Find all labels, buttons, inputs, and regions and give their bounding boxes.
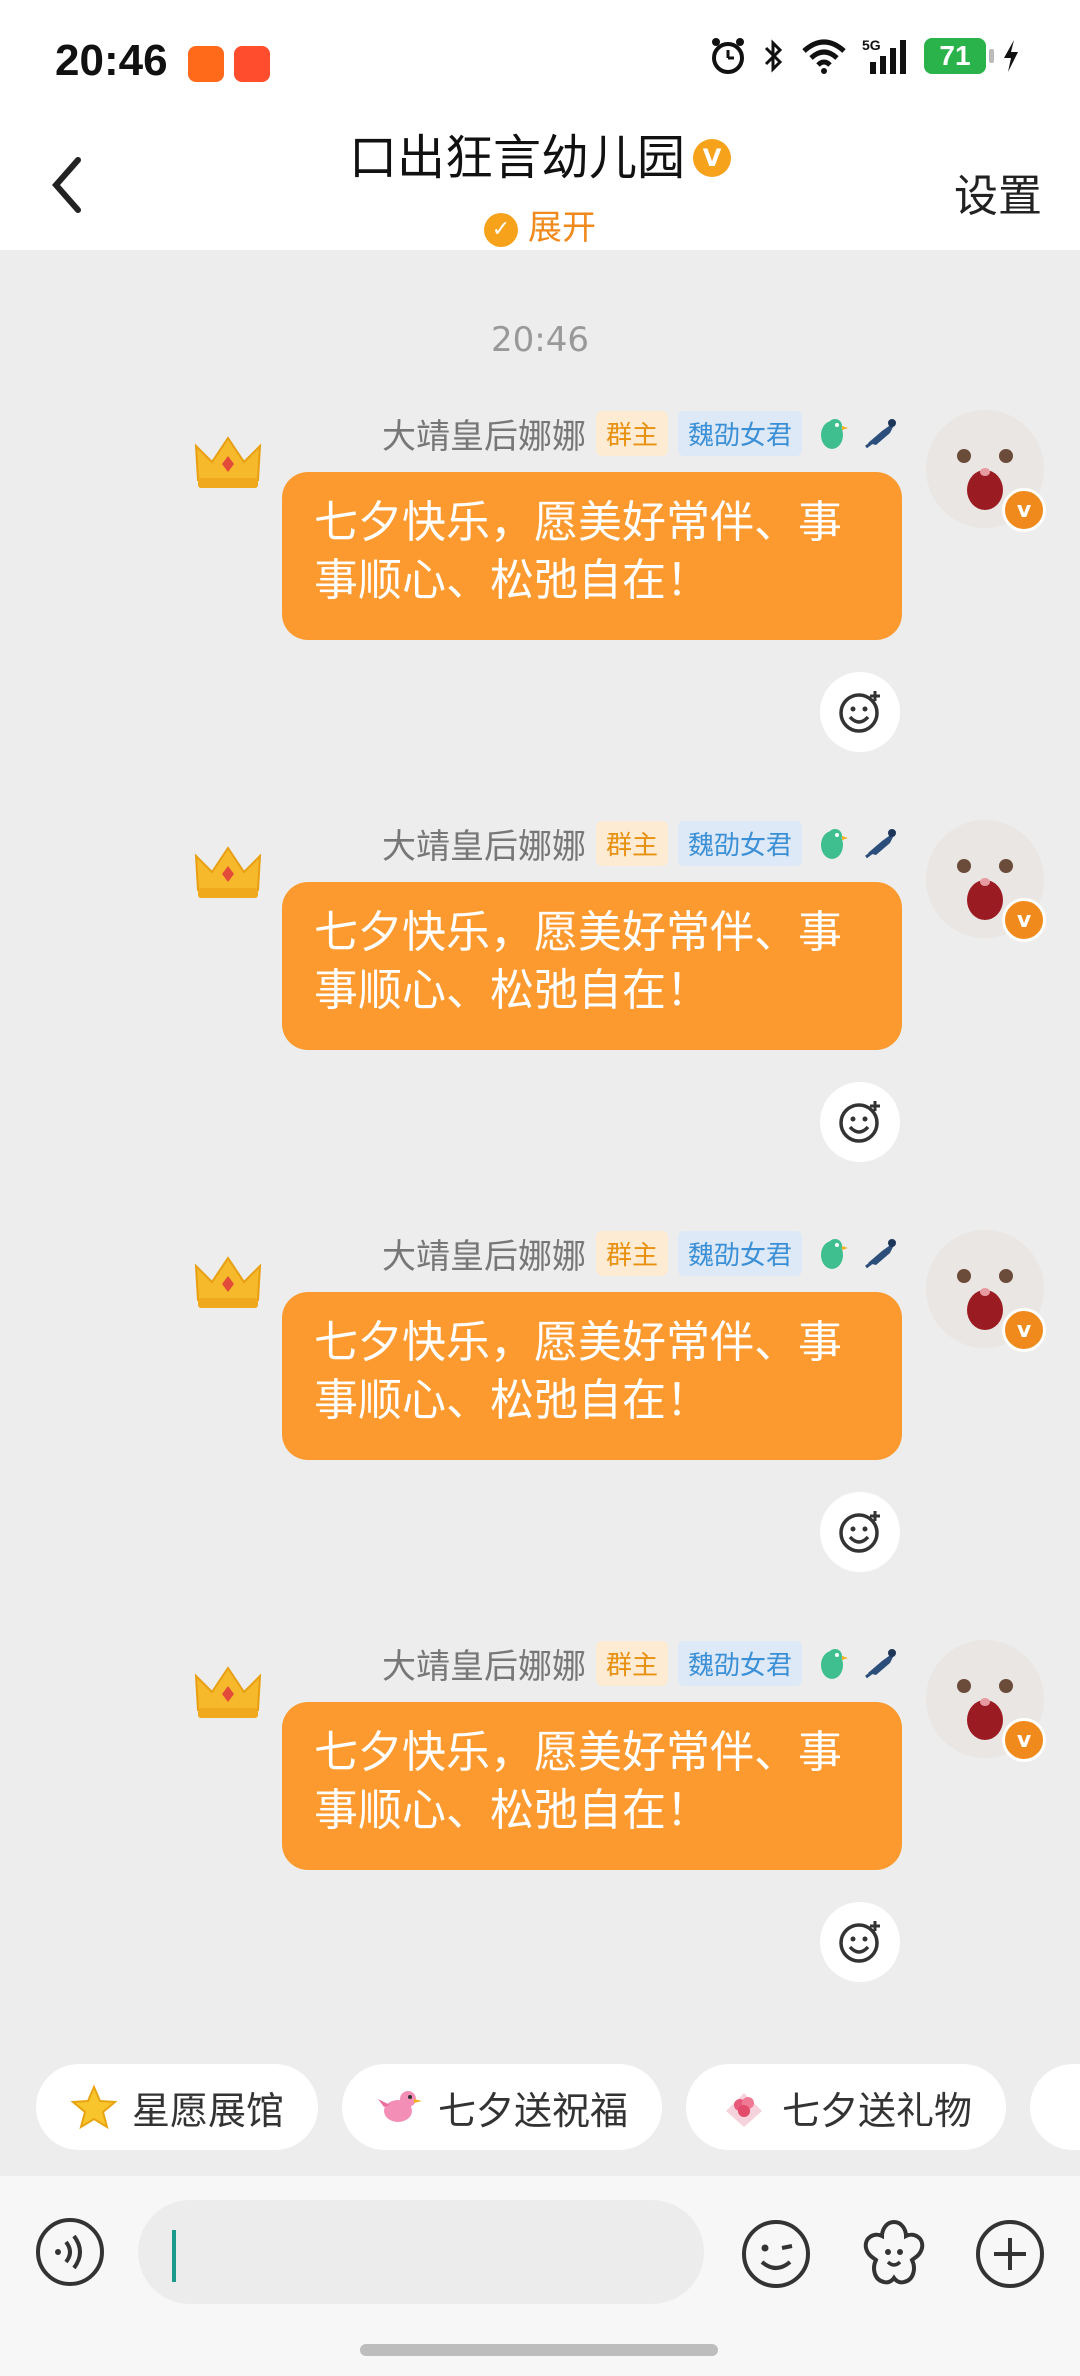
add-emoji-icon <box>839 1511 880 1553</box>
nav-bar: 口出狂言幼儿园 V ✓ 展开 设置 <box>0 120 1080 250</box>
add-emoji-icon <box>839 1921 880 1963</box>
chat-message: 大靖皇后娜娜 群主 魏劭女君 v 七夕快乐，愿美好常伴、事事顺心、松弛自在！ <box>0 410 1080 820</box>
expand-button[interactable]: ✓ 展开 <box>0 200 1080 249</box>
add-emoji-icon <box>839 1101 880 1143</box>
add-reaction-button[interactable] <box>820 1492 900 1572</box>
crown-icon <box>194 846 262 898</box>
quick-action-send-gift[interactable]: 七夕送礼物 <box>686 2064 1007 2150</box>
charging-icon <box>1004 40 1018 72</box>
settings-button[interactable]: 设置 <box>954 160 1042 224</box>
app-notification-icon <box>188 46 224 82</box>
quick-action-label: 七夕送祝福 <box>438 2088 629 2133</box>
sender-name[interactable]: 大靖皇后娜娜 <box>382 1639 586 1688</box>
sender-name[interactable]: 大靖皇后娜娜 <box>382 409 586 458</box>
expand-label: 展开 <box>528 208 596 248</box>
message-bubble[interactable]: 七夕快乐，愿美好常伴、事事顺心、松弛自在！ <box>282 472 902 640</box>
battery-indicator: 71 <box>924 38 994 74</box>
status-icons: 5G 71 <box>708 36 1022 76</box>
chat-area[interactable]: 20:46 大靖皇后娜娜 群主 魏劭女君 v 七夕快乐，愿美好常伴、事事顺心、松… <box>0 250 1080 2060</box>
parrot-badge-icon <box>821 419 848 449</box>
text-caret <box>172 2230 176 2282</box>
parrot-badge-icon <box>821 1649 848 1679</box>
cellular-signal-icon: 5G <box>862 37 906 74</box>
sender-row: 大靖皇后娜娜 群主 魏劭女君 <box>382 819 902 868</box>
chat-message: 大靖皇后娜娜 群主 魏劭女君 v 七夕快乐，愿美好常伴、事事顺心、松弛自在！ <box>0 1230 1080 1640</box>
message-bubble[interactable]: 七夕快乐，愿美好常伴、事事顺心、松弛自在！ <box>282 882 902 1050</box>
gift-icon <box>726 2093 762 2127</box>
avatar[interactable]: v <box>926 1230 1046 1352</box>
verified-icon: v <box>1002 488 1046 532</box>
signal-label: 5G <box>862 37 881 53</box>
magpie-badge-icon <box>865 1649 896 1679</box>
avatar[interactable]: v <box>926 820 1046 942</box>
owner-tag: 群主 <box>595 1230 668 1276</box>
group-title-row[interactable]: 口出狂言幼儿园 V <box>0 120 1080 196</box>
add-reaction-button[interactable] <box>820 1902 900 1982</box>
owner-tag: 群主 <box>595 410 668 456</box>
parrot-badge-icon <box>821 829 848 859</box>
bluetooth-icon <box>764 39 783 73</box>
title-tag: 魏劭女君 <box>677 410 802 456</box>
magpie-badge-icon <box>865 419 896 449</box>
title-tag: 魏劭女君 <box>677 820 802 866</box>
quick-action-label: 七夕送礼物 <box>782 2088 973 2133</box>
plus-button[interactable] <box>972 2216 1048 2292</box>
voice-button[interactable] <box>34 2216 106 2288</box>
battery-level: 71 <box>939 40 971 71</box>
sticker-button[interactable] <box>856 2216 932 2292</box>
check-icon: ✓ <box>484 212 518 247</box>
message-bubble[interactable]: 七夕快乐，愿美好常伴、事事顺心、松弛自在！ <box>282 1292 902 1460</box>
crown-icon <box>194 1666 262 1718</box>
input-bar <box>0 2176 1080 2376</box>
message-bubble[interactable]: 七夕快乐，愿美好常伴、事事顺心、松弛自在！ <box>282 1702 902 1870</box>
sender-row: 大靖皇后娜娜 群主 魏劭女君 <box>382 409 902 458</box>
status-time: 20:46 <box>55 36 168 85</box>
star-icon <box>70 2084 118 2130</box>
wifi-icon <box>802 39 846 74</box>
avatar[interactable]: v <box>926 410 1046 532</box>
quick-action-star-gallery[interactable]: 星愿展馆 <box>36 2064 319 2150</box>
verified-badge-icon: V <box>693 139 731 177</box>
parrot-badge-icon <box>821 1239 848 1269</box>
app-notification-icon <box>234 46 270 82</box>
message-timestamp: 20:46 <box>491 320 589 360</box>
magpie-badge-icon <box>865 829 896 859</box>
quick-action-label: 星愿展馆 <box>132 2088 285 2133</box>
chat-message: 大靖皇后娜娜 群主 魏劭女君 v 七夕快乐，愿美好常伴、事事顺心、松弛自在！ <box>0 1640 1080 2050</box>
bird-icon <box>378 2091 422 2122</box>
verified-icon: v <box>1002 1308 1046 1352</box>
owner-tag: 群主 <box>595 1640 668 1686</box>
crown-icon <box>194 1256 262 1308</box>
owner-tag: 群主 <box>595 820 668 866</box>
sender-row: 大靖皇后娜娜 群主 魏劭女君 <box>382 1229 902 1278</box>
verified-icon: v <box>1002 898 1046 942</box>
crown-icon <box>194 436 262 488</box>
verified-icon: v <box>1002 1718 1046 1762</box>
group-title: 口出狂言幼儿园 <box>348 130 685 186</box>
sender-row: 大靖皇后娜娜 群主 魏劭女君 <box>382 1639 902 1688</box>
title-tag: 魏劭女君 <box>677 1640 802 1686</box>
add-reaction-button[interactable] <box>820 672 900 752</box>
magpie-badge-icon <box>865 1239 896 1269</box>
home-indicator[interactable] <box>360 2344 718 2356</box>
add-reaction-button[interactable] <box>820 1082 900 1162</box>
title-tag: 魏劭女君 <box>677 1230 802 1276</box>
message-input[interactable] <box>138 2200 704 2304</box>
quick-action-more[interactable] <box>1030 2064 1080 2150</box>
avatar[interactable]: v <box>926 1640 1046 1762</box>
status-bar: 20:46 5G 71 <box>0 0 1080 120</box>
quick-actions-row: 星愿展馆 七夕送祝福 七夕送礼物 <box>0 2064 1080 2154</box>
quick-action-send-wishes[interactable]: 七夕送祝福 <box>342 2064 663 2150</box>
sender-name[interactable]: 大靖皇后娜娜 <box>382 819 586 868</box>
emoji-button[interactable] <box>738 2216 814 2292</box>
alarm-icon <box>712 38 744 74</box>
sender-name[interactable]: 大靖皇后娜娜 <box>382 1229 586 1278</box>
chat-message: 大靖皇后娜娜 群主 魏劭女君 v 七夕快乐，愿美好常伴、事事顺心、松弛自在！ <box>0 820 1080 1230</box>
add-emoji-icon <box>839 691 880 733</box>
